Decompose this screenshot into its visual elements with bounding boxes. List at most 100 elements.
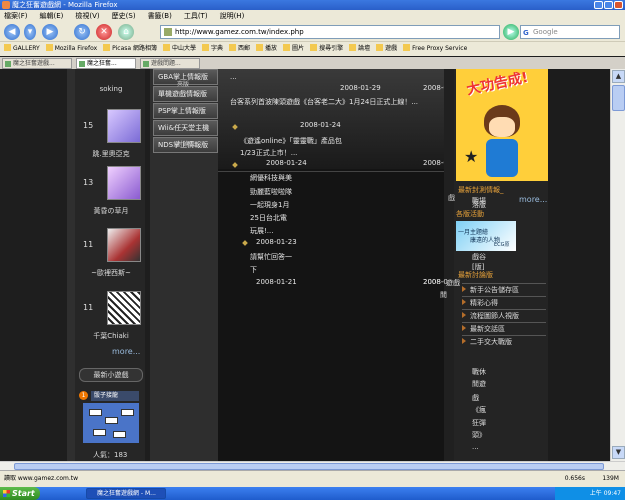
hscroll-thumb[interactable] [14, 463, 604, 470]
news-item-text-line[interactable]: 網優科技與美 [250, 173, 292, 183]
more-link[interactable]: more... [112, 347, 140, 356]
news-date: 2008-01-29 [340, 84, 381, 92]
bookmark-item[interactable]: 圖片 [283, 42, 304, 56]
bookmark-item[interactable]: Picasa 網路相簿 [103, 42, 157, 56]
news-item-text-line[interactable]: 請幫忙回答一 [250, 252, 292, 262]
star-icon: ★ [464, 147, 479, 166]
firefox-icon [2, 1, 10, 9]
banner-text: 大功告成! [465, 69, 530, 99]
bookmark-item[interactable]: 西郵 [229, 42, 250, 56]
user-rank: 13 [83, 178, 94, 187]
category-item[interactable]: 單機遊戲情報版 [153, 86, 218, 102]
forum-menu-item[interactable]: 二手交大戰版 [462, 335, 546, 347]
bookmark-item[interactable]: 遊戲 [376, 42, 397, 56]
forum-menu-item[interactable]: 精彩心得 [462, 296, 546, 308]
news-item-text[interactable]: 《遊遙online》「靈靈戰」產品包1/23正式上市！... [240, 135, 355, 159]
category-item[interactable]: PSP掌上情報版 [153, 103, 218, 119]
start-button[interactable]: Start [0, 487, 40, 500]
news-date: 2008-01-23 [256, 238, 297, 246]
news-item-text-line[interactable]: 下 [250, 265, 257, 275]
bookmark-item[interactable]: GALLERY [4, 42, 40, 56]
bookmark-item[interactable]: 播放 [256, 42, 277, 56]
tab-2-active[interactable]: 魔之狂奮... [76, 58, 136, 69]
tab-1[interactable]: 魔之狂奮遊戲... [2, 58, 72, 69]
user-rank: 11 [83, 303, 94, 312]
minigames-title[interactable]: 最新小遊戲 [79, 368, 143, 382]
forward-icon[interactable]: ▶ [42, 24, 58, 40]
url-bar[interactable]: http://www.gamez.com.tw/index.php [160, 25, 500, 39]
user-name[interactable]: ~歐裡西斯~ [79, 268, 143, 278]
user-avatar[interactable] [107, 109, 141, 143]
news-item-text-line[interactable]: 勁麗藍啦啦隊 [250, 187, 292, 197]
bookmark-item[interactable]: Mozilla Firefox [46, 42, 97, 56]
home-icon[interactable]: ⌂ [118, 24, 134, 40]
event-ad[interactable]: 一月主題繪 康遠的人物 ECG原 [456, 221, 516, 251]
taskbar-window-button[interactable]: 魔之狂奮遊戲網 - M... [86, 488, 166, 499]
user-avatar[interactable] [107, 228, 141, 262]
category-item[interactable]: Wii&任天堂主機 [153, 120, 218, 136]
status-bar: 讀取 www.gamez.com.tw 0.656s 139M [0, 470, 625, 487]
bookmark-item[interactable]: 中山大學 [163, 42, 196, 56]
user-name: soking [99, 85, 123, 93]
scroll-down-icon[interactable]: ▼ [612, 446, 625, 459]
news-item-text-line[interactable]: 玩展!... [250, 226, 273, 236]
stop-icon[interactable]: ✕ [96, 24, 112, 40]
arrow-icon [462, 286, 466, 292]
promo-banner[interactable]: 大功告成! ★ [456, 69, 548, 181]
game-thumbnail[interactable] [83, 403, 139, 443]
user-name[interactable]: 跳.里奧亞克 [79, 149, 143, 159]
minimize-button[interactable] [594, 1, 603, 9]
bookmark-item[interactable]: 字典 [202, 42, 223, 56]
bookmark-item[interactable]: Free Proxy Service [403, 42, 467, 56]
right-divider [444, 69, 454, 461]
forum-menu-item[interactable]: 新手公告儲存區 [462, 283, 546, 295]
arrow-icon [462, 312, 466, 318]
vertical-scrollbar[interactable]: ▲ ▼ [610, 69, 625, 461]
menu-edit[interactable]: 編輯(E) [40, 10, 64, 22]
user-avatar[interactable] [107, 291, 141, 325]
forum-menu-item[interactable]: 最新交話區 [462, 322, 546, 334]
maximize-button[interactable] [604, 1, 613, 9]
section-heading[interactable]: 各版活動 [456, 209, 484, 219]
tab-3[interactable]: 遊戲問題... [140, 58, 200, 69]
right-item[interactable]: 戲谷 [472, 252, 486, 262]
user-avatar[interactable] [107, 166, 141, 200]
go-icon[interactable]: ▶ [503, 24, 519, 40]
arrow-icon [462, 299, 466, 305]
user-name[interactable]: 千葉Chiaki [79, 331, 143, 341]
bookmark-item[interactable]: 搜尋引擎 [310, 42, 343, 56]
back-dropdown-icon[interactable]: ▾ [24, 24, 36, 40]
menu-file[interactable]: 檔案(F) [4, 10, 28, 22]
news-item-text[interactable]: ... [230, 73, 237, 81]
menu-help[interactable]: 說明(H) [220, 10, 245, 22]
scroll-thumb[interactable] [612, 85, 625, 111]
news-item-text[interactable]: 台客系列首波陳頭遊戲《台客老二大》1月24日正式上線！... [230, 97, 418, 107]
back-icon[interactable]: ◀ [4, 24, 20, 40]
news-item-text-line[interactable]: 一起現身1月 [250, 200, 289, 210]
bookmark-item[interactable]: 論壇 [349, 42, 370, 56]
scroll-up-icon[interactable]: ▲ [612, 70, 625, 83]
menu-tools[interactable]: 工具(T) [184, 10, 208, 22]
section-heading[interactable]: 最新討論版 [458, 270, 493, 280]
ad-small: ECG原 [494, 242, 510, 248]
window-title: 魔之狂奮遊戲網 - Mozilla Firefox [12, 1, 118, 9]
news-item-text-line[interactable]: 25日台北電 [250, 213, 287, 223]
vertical-text: 狂彈 [472, 419, 486, 427]
horizontal-scrollbar[interactable] [0, 461, 625, 470]
close-button[interactable] [614, 1, 623, 9]
reload-icon[interactable]: ↻ [74, 24, 90, 40]
menu-view[interactable]: 檢視(V) [75, 10, 99, 22]
bookmarks-toolbar: GALLERY Mozilla Firefox Picasa 網路相簿 中山大學… [0, 42, 625, 56]
user-rank: 15 [83, 121, 94, 130]
menu-bookmarks[interactable]: 書籤(B) [148, 10, 172, 22]
game-title[interactable]: 骰子接龍 [91, 391, 139, 401]
search-input[interactable]: G Google [520, 25, 620, 39]
more-link[interactable]: more... [519, 195, 547, 204]
user-name[interactable]: 黃昏の草月 [79, 206, 143, 216]
domino-tile-icon [121, 409, 134, 416]
forum-menu-item[interactable]: 流程圖節人視版 [462, 309, 546, 321]
menu-history[interactable]: 歷史(S) [112, 10, 136, 22]
section-heading[interactable]: 最新封測情報_ [458, 185, 504, 195]
clock[interactable]: 上午 09:47 [590, 490, 621, 497]
user-rank: 11 [83, 240, 94, 249]
